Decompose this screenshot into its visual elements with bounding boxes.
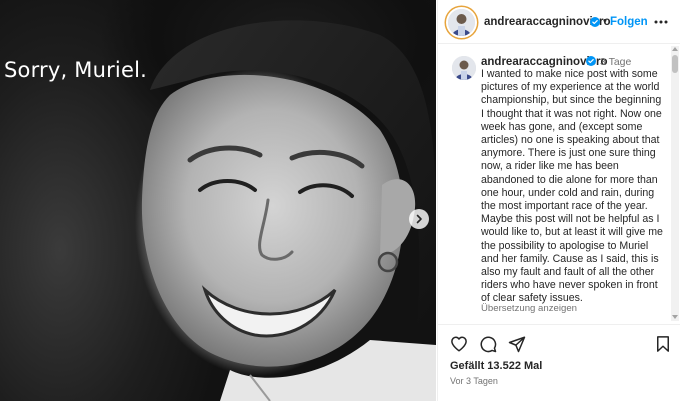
caption-avatar[interactable] [452,56,476,80]
post-photo: Sorry, Muriel. [0,0,436,401]
chevron-right-icon [416,214,422,224]
photo-caption: Sorry, Muriel. [4,58,147,82]
scrollbar-thumb[interactable] [672,55,678,73]
follow-button[interactable]: Folgen [610,16,648,28]
user-avatar-image [448,9,475,36]
bookmark-icon[interactable] [654,335,672,353]
post-details-panel: andrearaccagninoviero • Folgen andrearac… [437,0,680,401]
more-horizontal-icon[interactable] [654,16,668,28]
post-time[interactable]: 3 Tage [600,56,631,68]
paper-plane-icon[interactable] [508,335,526,353]
scrollbar-track[interactable] [671,46,679,321]
scroll-down-arrow-icon[interactable] [672,315,678,319]
post-caption-text: I wanted to make nice post with some pic… [481,68,663,305]
post-actions: Gefällt 13.522 Mal Vor 3 Tagen [438,324,680,401]
scroll-up-arrow-icon[interactable] [672,47,678,51]
like-count[interactable]: Gefällt 13.522 Mal [450,360,542,372]
avatar[interactable] [448,9,475,36]
post-header: andrearaccagninoviero • Folgen [438,0,680,44]
comment-icon[interactable] [479,335,497,353]
separator-dot: • [603,15,607,27]
verified-badge-icon [590,17,600,27]
see-translation-link[interactable]: Übersetzung anzeigen [481,303,577,314]
user-avatar-image [452,56,476,80]
heart-icon[interactable] [450,335,468,353]
next-photo-button[interactable] [409,209,429,229]
post-date[interactable]: Vor 3 Tagen [450,376,498,386]
verified-badge-icon [586,56,596,66]
